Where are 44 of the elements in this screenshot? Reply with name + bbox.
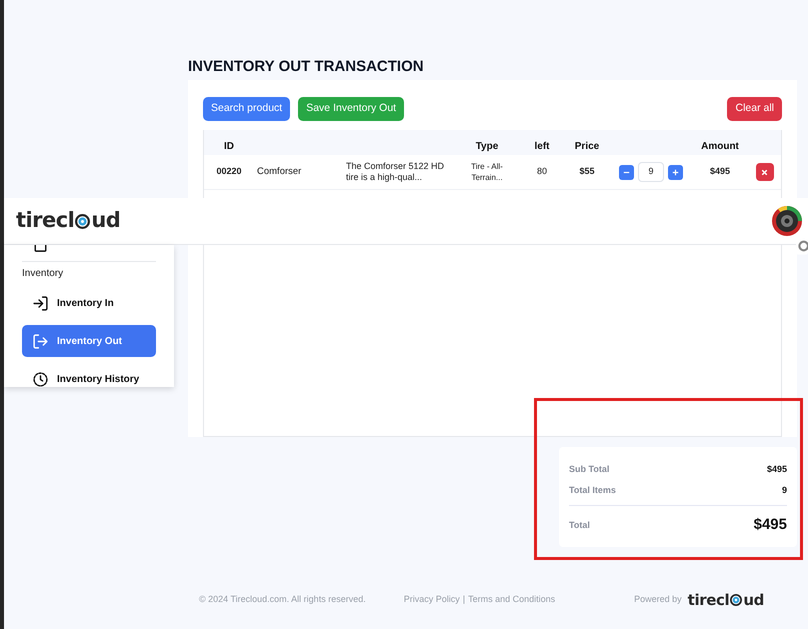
table-cell-text: 80 [536, 165, 547, 178]
total-label: Total [569, 518, 590, 532]
page-title: INVENTORY OUT TRANSACTION [188, 58, 425, 76]
remove-button[interactable] [756, 163, 774, 181]
tirecloud-logo: tirecl ud [688, 590, 764, 610]
clear-all-button[interactable]: Clear all [727, 97, 782, 121]
search-product-button[interactable]: Search product [203, 97, 290, 121]
plus-icon [671, 168, 680, 176]
section-label: Inventory [22, 268, 64, 280]
total-value: $495 [754, 515, 787, 535]
logout-icon [32, 332, 49, 350]
column-header: Price [574, 140, 600, 154]
column-header: Type [476, 140, 498, 154]
table-cell-text: $495 [710, 165, 730, 178]
sidebar-item[interactable]: Inventory Out [22, 325, 156, 357]
column-header: left [534, 140, 550, 154]
sidebar-item[interactable]: Inventory In [22, 287, 156, 319]
close-icon [760, 168, 769, 176]
summary-value: 9 [782, 484, 787, 497]
privacy-link[interactable]: Privacy Policy [404, 593, 460, 606]
summary-value: $495 [766, 462, 787, 476]
avatar-icon[interactable] [772, 206, 802, 236]
link-separator: | [462, 593, 466, 606]
sidebar-item[interactable]: Inventory History [22, 363, 156, 387]
table-cell-text: Tire - All-Terrain... [470, 161, 504, 183]
column-header: ID [224, 140, 234, 154]
box-icon [34, 245, 47, 252]
plus-button[interactable] [668, 164, 683, 180]
table-cell-text: $55 [579, 165, 595, 178]
summary-label: Sub Total [569, 462, 610, 476]
minus-button[interactable] [619, 164, 634, 180]
clock-icon [32, 370, 49, 387]
summary-label: Total Items [569, 484, 616, 497]
login-icon [32, 294, 49, 312]
table-cell-text: 00220 [216, 165, 242, 178]
column-header: Amount [701, 140, 739, 154]
terms-link[interactable]: Terms and Conditions [468, 593, 556, 606]
save-button[interactable]: Save Inventory Out [298, 97, 404, 121]
tirecloud-logo: tirecl ud [16, 207, 120, 234]
copyright-text: © 2024 Tirecloud.com. All rights reserved. [199, 593, 366, 606]
powered-by-text: Powered by [634, 593, 682, 606]
quantity-field[interactable]: 9 [638, 162, 664, 182]
table-cell-text: Comforser [256, 164, 302, 179]
table-cell-text: The Comforser 5122 HD tire is a high-qual... [346, 161, 446, 183]
